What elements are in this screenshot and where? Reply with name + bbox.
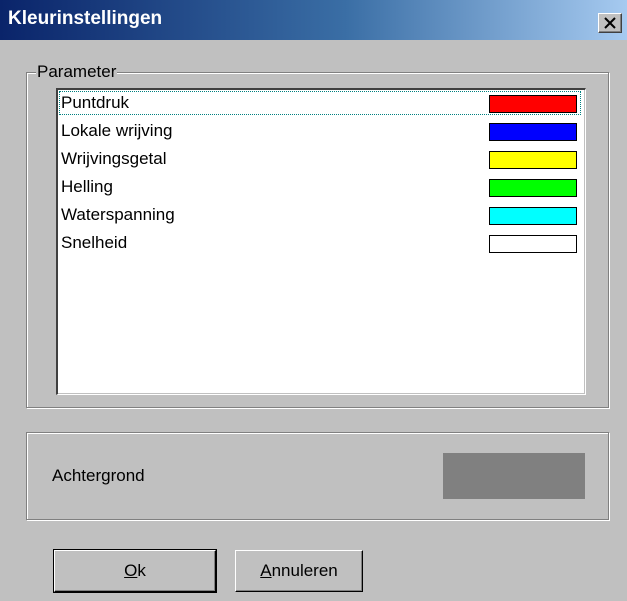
color-swatch[interactable] <box>489 123 577 141</box>
parameter-group-label: Parameter <box>36 62 118 82</box>
ok-button[interactable]: Ok <box>53 549 217 593</box>
color-swatch[interactable] <box>489 207 577 225</box>
window-title: Kleurinstellingen <box>8 8 163 29</box>
close-button[interactable] <box>598 13 622 33</box>
color-swatch[interactable] <box>489 151 577 169</box>
list-item-label: Wrijvingsgetal <box>61 149 167 168</box>
list-item-snelheid[interactable]: Snelheid <box>58 230 582 256</box>
list-item-waterspanning[interactable]: Waterspanning <box>58 202 582 228</box>
color-swatch[interactable] <box>489 95 577 113</box>
list-item-puntdruk[interactable]: Puntdruk <box>58 90 582 116</box>
close-icon <box>604 17 616 29</box>
list-item-wrijvingsgetal[interactable]: Wrijvingsgetal <box>58 146 582 172</box>
title-bar[interactable]: Kleurinstellingen <box>0 0 627 40</box>
list-item-label: Puntdruk <box>61 93 130 112</box>
cancel-label-rest: nnuleren <box>271 561 338 580</box>
list-item-label: Snelheid <box>61 233 128 252</box>
list-item-label: Waterspanning <box>61 205 175 224</box>
parameter-list[interactable]: Puntdruk Lokale wrijving Wrijvingsgetal … <box>56 88 586 395</box>
ok-accelerator: O <box>124 561 138 580</box>
list-item-helling[interactable]: Helling <box>58 174 582 200</box>
list-item-label: Helling <box>61 177 113 196</box>
background-color-swatch[interactable] <box>443 453 585 499</box>
background-label: Achtergrond <box>52 466 145 485</box>
list-item-lokale-wrijving[interactable]: Lokale wrijving <box>58 118 582 144</box>
color-swatch[interactable] <box>489 179 577 197</box>
ok-label-rest: k <box>137 561 146 580</box>
color-swatch[interactable] <box>489 235 577 253</box>
cancel-accelerator: A <box>260 561 272 580</box>
cancel-button[interactable]: Annuleren <box>235 550 363 592</box>
list-item-label: Lokale wrijving <box>61 121 173 140</box>
